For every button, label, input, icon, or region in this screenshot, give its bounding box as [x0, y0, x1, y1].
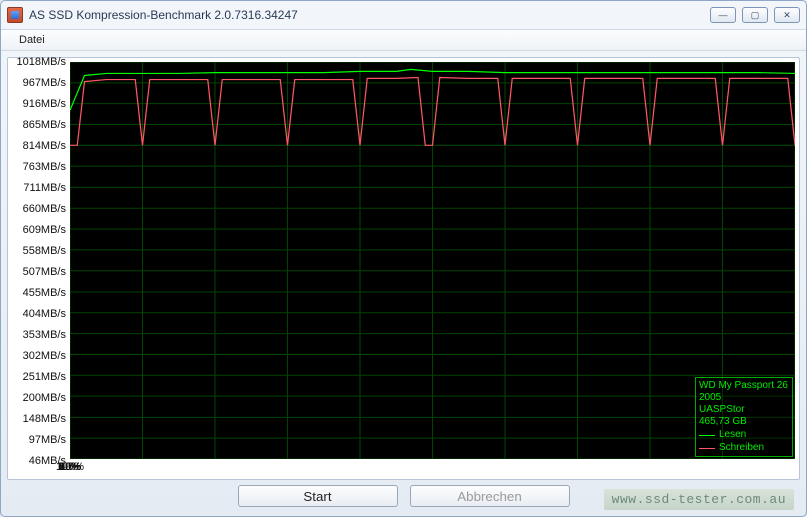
x-tick-label: 100%	[56, 461, 84, 473]
menubar: Datei	[1, 29, 806, 51]
chart-plot-area: WD My Passport 26 2005 UASPStor 465,73 G…	[70, 62, 795, 459]
legend-write: Schreiben	[719, 442, 764, 454]
app-icon	[7, 7, 23, 23]
window-title: AS SSD Kompression-Benchmark 2.0.7316.34…	[29, 8, 710, 22]
chart-panel: 1018MB/s967MB/s916MB/s865MB/s814MB/s763M…	[7, 57, 800, 480]
legend-read: Lesen	[719, 429, 746, 441]
device-model: 2005	[699, 392, 789, 404]
abort-button: Abbrechen	[410, 485, 570, 507]
device-name: WD My Passport 26	[699, 380, 789, 392]
maximize-button[interactable]: ▢	[742, 7, 768, 23]
device-driver: UASPStor	[699, 404, 789, 416]
minimize-button[interactable]: —	[710, 7, 736, 23]
device-legend-box: WD My Passport 26 2005 UASPStor 465,73 G…	[695, 377, 793, 457]
titlebar[interactable]: AS SSD Kompression-Benchmark 2.0.7316.34…	[1, 1, 806, 29]
start-button[interactable]: Start	[238, 485, 398, 507]
device-capacity: 465,73 GB	[699, 416, 789, 428]
y-axis-labels: 1018MB/s967MB/s916MB/s865MB/s814MB/s763M…	[12, 62, 70, 461]
app-window: AS SSD Kompression-Benchmark 2.0.7316.34…	[0, 0, 807, 517]
close-button[interactable]: ✕	[774, 7, 800, 23]
watermark: www.ssd-tester.com.au	[604, 489, 794, 510]
menu-datei[interactable]: Datei	[11, 32, 53, 48]
